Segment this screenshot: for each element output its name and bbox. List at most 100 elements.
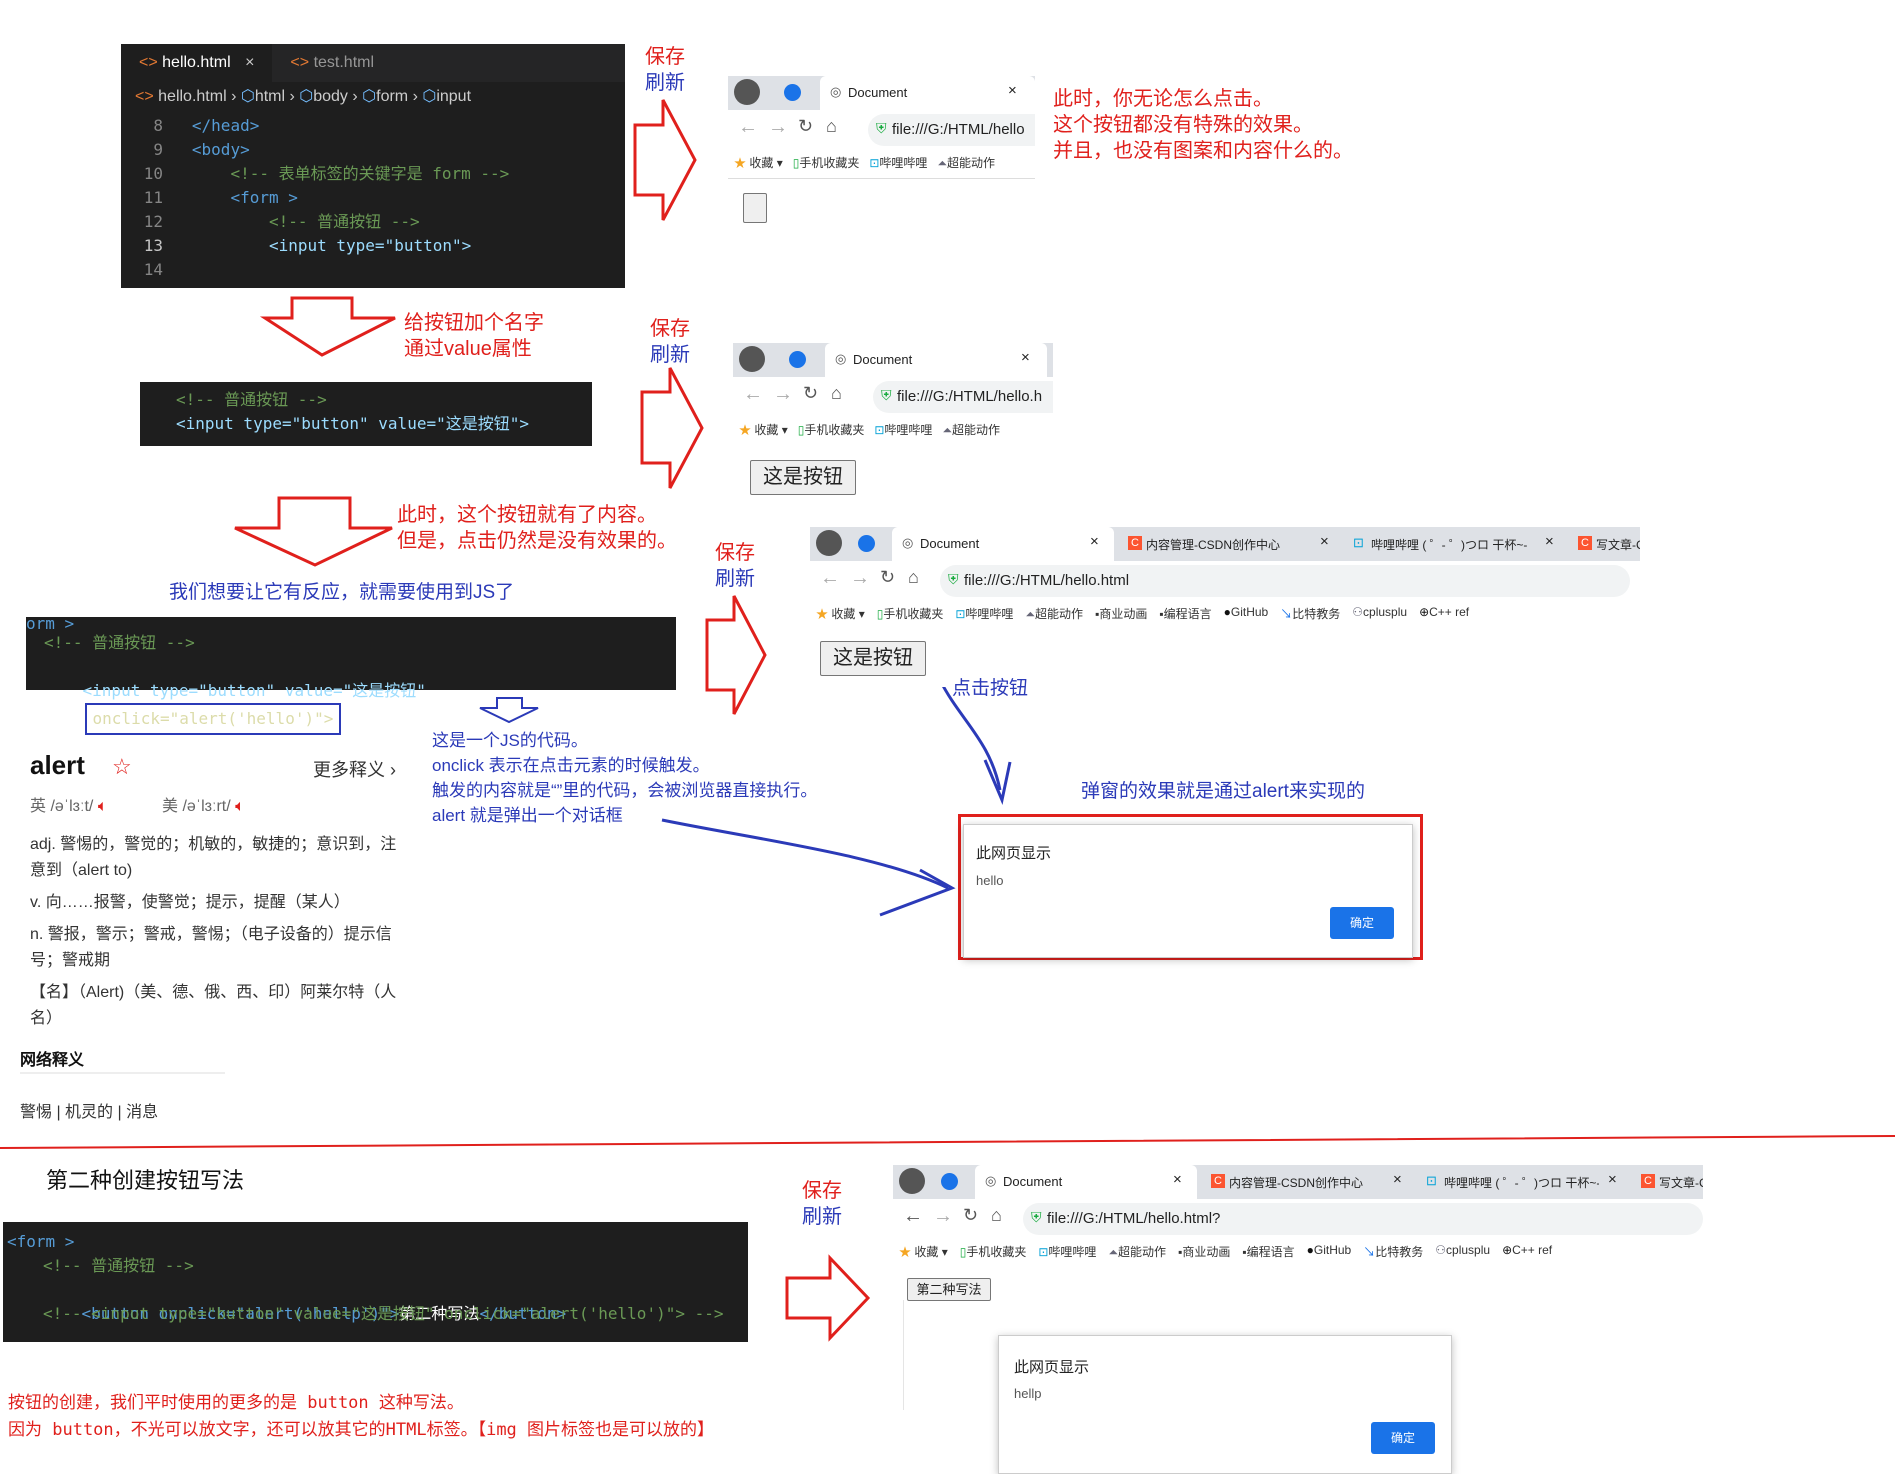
bookmark-item[interactable]: ★ 收藏 ▾ <box>816 605 865 622</box>
back-icon[interactable]: ← <box>820 567 840 590</box>
code-line[interactable]: 14 <box>121 258 625 282</box>
bookmark-item[interactable]: ⊡哔哩哔哩 <box>955 605 1013 622</box>
bookmark-item[interactable]: ▪商业动画 <box>1178 1243 1230 1260</box>
ok-button[interactable]: 确定 <box>1330 907 1394 939</box>
code-line[interactable]: orm > <box>26 617 676 631</box>
empty-button[interactable] <box>743 193 767 223</box>
reload-icon[interactable]: ↻ <box>880 567 895 588</box>
tab-document[interactable]: ◎ Document × <box>975 1165 1197 1199</box>
code-line[interactable]: <input type="button" value="这是按钮"> <box>140 412 592 436</box>
alert-button[interactable]: 这是按钮 <box>820 641 926 676</box>
breadcrumb-item[interactable]: body <box>313 88 348 105</box>
close-icon[interactable]: × <box>1008 82 1017 99</box>
star-outline-icon[interactable]: ☆ <box>112 754 132 780</box>
bookmark-item[interactable]: ⏶超能动作 <box>1108 1243 1166 1260</box>
bookmark-item[interactable]: ●GitHub <box>1224 605 1269 622</box>
forward-icon[interactable]: → <box>933 1205 953 1228</box>
code-line[interactable]: <!-- 普通按钮 --> <box>26 631 676 655</box>
code-line[interactable]: <!-- 普通按钮 --> <box>3 1254 748 1278</box>
bookmark-item[interactable]: ⚇cplusplu <box>1435 1243 1490 1260</box>
close-icon[interactable]: × <box>1090 533 1099 550</box>
bookmark-item[interactable]: ⊡哔哩哔哩 <box>1038 1243 1096 1260</box>
bookmark-item[interactable]: ★ 收藏 ▾ <box>739 421 788 438</box>
code-line[interactable]: 10 <!-- 表单标签的关键字是 form --> <box>121 162 625 186</box>
tab-document[interactable]: ◎ Document × <box>892 527 1114 561</box>
reload-icon[interactable]: ↻ <box>798 116 813 137</box>
code-line-active[interactable]: 13 <input type="button"> <box>121 234 625 258</box>
reload-icon[interactable]: ↻ <box>803 383 818 404</box>
code-line[interactable]: <button onclick="alert('hellp')">第二种写法</… <box>3 1278 748 1323</box>
speaker-icon[interactable]: 🔈︎ <box>98 798 108 815</box>
bookmark-item[interactable]: ⊡哔哩哔哩 <box>874 421 932 438</box>
ok-button[interactable]: 确定 <box>1371 1422 1435 1454</box>
bookmark-item[interactable]: ▪编程语言 <box>1242 1243 1294 1260</box>
close-icon[interactable]: × <box>1545 533 1554 550</box>
close-icon[interactable]: × <box>1393 1171 1402 1188</box>
dict-more-link[interactable]: 更多释义 › <box>313 756 396 782</box>
bookmark-item[interactable]: ●GitHub <box>1307 1243 1352 1260</box>
code-line[interactable]: <form > <box>3 1230 748 1254</box>
tab-write[interactable]: C 写文章-C <box>1570 527 1640 561</box>
bookmark-item[interactable]: ▯手机收藏夹 <box>793 154 860 171</box>
profile-avatar[interactable] <box>816 530 842 556</box>
profile-avatar[interactable] <box>899 1168 925 1194</box>
forward-icon[interactable]: → <box>768 116 788 139</box>
bookmark-item[interactable]: ★ 收藏 ▾ <box>734 154 783 171</box>
address-bar[interactable]: ⛨ file:///G:/HTML/hello.h <box>873 381 1053 413</box>
close-icon[interactable]: × <box>1173 1171 1182 1188</box>
back-icon[interactable]: ← <box>903 1205 923 1228</box>
bookmark-item[interactable]: ▪商业动画 <box>1095 605 1147 622</box>
telegram-icon[interactable] <box>789 351 806 368</box>
tab-csdn[interactable]: C 内容管理-CSDN创作中心 × <box>1203 1165 1413 1199</box>
bookmark-item[interactable]: ★ 收藏 ▾ <box>899 1243 948 1260</box>
breadcrumb-item[interactable]: form <box>376 88 408 105</box>
reload-icon[interactable]: ↻ <box>963 1205 978 1226</box>
address-bar[interactable]: ⛨ file:///G:/HTML/hello <box>868 114 1035 146</box>
bookmark-item[interactable]: ⚇cplusplu <box>1352 605 1407 622</box>
code-line[interactable]: <!-- 普通按钮 --> <box>140 388 592 412</box>
breadcrumb-item[interactable]: input <box>436 88 471 105</box>
tab-hello-html[interactable]: <> hello.html × <box>121 44 273 82</box>
breadcrumb-item[interactable]: hello.html <box>158 88 226 105</box>
home-icon[interactable]: ⌂ <box>826 116 837 137</box>
address-bar[interactable]: ⛨ file:///G:/HTML/hello.html? <box>1023 1203 1703 1235</box>
bookmark-item[interactable]: ▯手机收藏夹 <box>798 421 865 438</box>
home-icon[interactable]: ⌂ <box>908 567 919 588</box>
tab-bilibili[interactable]: ⊡ 哔哩哔哩 ( ゜- ゜)つロ 干杯~- × <box>1418 1165 1628 1199</box>
profile-avatar[interactable] <box>739 346 765 372</box>
bookmark-item[interactable]: ▪编程语言 <box>1159 605 1211 622</box>
back-icon[interactable]: ← <box>743 383 763 406</box>
home-icon[interactable]: ⌂ <box>991 1205 1002 1226</box>
telegram-icon[interactable] <box>858 535 875 552</box>
code-line[interactable]: 11 <form > <box>121 186 625 210</box>
close-icon[interactable]: × <box>1021 349 1030 366</box>
code-line[interactable]: <!-- <input type="button" value="这是按钮" o… <box>3 1302 748 1326</box>
close-icon[interactable]: × <box>1608 1171 1617 1188</box>
profile-avatar[interactable] <box>734 79 760 105</box>
code-line[interactable]: 8 </head> <box>121 114 625 138</box>
speaker-icon[interactable]: 🔈︎ <box>235 798 245 815</box>
tab-csdn[interactable]: C 内容管理-CSDN创作中心 × <box>1120 527 1340 561</box>
bookmark-item[interactable]: ⏶超能动作 <box>937 154 995 171</box>
tab-document[interactable]: ◎ Document × <box>820 76 1035 110</box>
forward-icon[interactable]: → <box>773 383 793 406</box>
telegram-icon[interactable] <box>784 84 801 101</box>
tab-document[interactable]: ◎ Document × <box>825 343 1047 377</box>
bookmark-item[interactable]: ↘比特教务 <box>1280 605 1340 622</box>
tab-write[interactable]: C 写文章-C <box>1633 1165 1703 1199</box>
tab-bilibili[interactable]: ⊡ 哔哩哔哩 ( ゜- ゜)つロ 干杯~- × <box>1345 527 1565 561</box>
second-method-button[interactable]: 第二种写法 <box>907 1278 991 1301</box>
back-icon[interactable]: ← <box>738 116 758 139</box>
bookmark-item[interactable]: ⏶超能动作 <box>942 421 1000 438</box>
code-line[interactable]: <input type="button" value="这是按钮" onclic… <box>26 655 676 735</box>
home-icon[interactable]: ⌂ <box>831 383 842 404</box>
bookmark-item[interactable]: ⊕C++ ref <box>1502 1243 1552 1260</box>
bookmark-item[interactable]: ▯手机收藏夹 <box>960 1243 1027 1260</box>
forward-icon[interactable]: → <box>850 567 870 590</box>
bookmark-item[interactable]: ⊕C++ ref <box>1419 605 1469 622</box>
tab-test-html[interactable]: <> test.html <box>272 44 392 82</box>
code-line[interactable]: 12 <!-- 普通按钮 --> <box>121 210 625 234</box>
bookmark-item[interactable]: ▯手机收藏夹 <box>877 605 944 622</box>
close-icon[interactable]: × <box>245 54 254 71</box>
breadcrumb-item[interactable]: html <box>255 88 285 105</box>
